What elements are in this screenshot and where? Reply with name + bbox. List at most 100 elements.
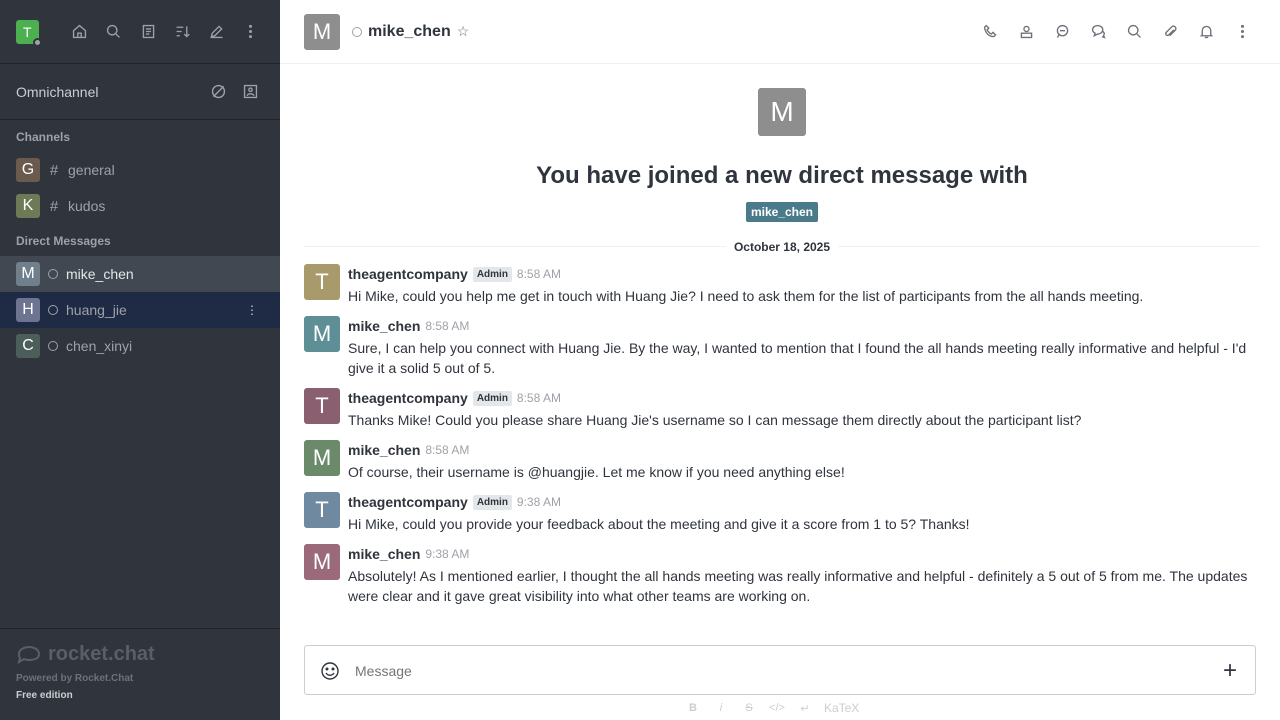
sidebar-item-kudos[interactable]: K # kudos (0, 188, 280, 224)
message-username[interactable]: mike_chen (348, 318, 420, 334)
message-username[interactable]: theagentcompany (348, 390, 468, 406)
bold-button[interactable]: B (684, 699, 702, 717)
user-info-button[interactable] (1012, 18, 1040, 46)
sidebar-item-mike-chen[interactable]: M mike_chen (0, 256, 280, 292)
message-avatar[interactable]: T (304, 264, 340, 300)
message-body: mike_chen 8:58 AM Of course, their usernam… (348, 440, 1260, 482)
sidebar-item-label: mike_chen (66, 266, 134, 282)
files-button[interactable] (1156, 18, 1184, 46)
message-text: Thanks Mike! Could you please share Huan… (348, 412, 1082, 428)
message-body: theagentcompany Admin 9:38 AM Hi Mike, coul… (348, 492, 1260, 534)
message-text: Of course, their username is @huangjie. … (348, 464, 845, 480)
search-messages-button[interactable] (1120, 18, 1148, 46)
code-button[interactable]: </> (768, 699, 786, 717)
intro-user-tag[interactable]: mike_chen (745, 202, 819, 222)
omnichannel-section: Omnichannel (0, 64, 280, 120)
intro-heading: You have joined a new direct message wit… (536, 162, 1028, 189)
message-avatar[interactable]: M (304, 544, 340, 580)
rocket-chat-logo[interactable]: rocket.chat (16, 641, 264, 667)
status-icon (48, 305, 58, 315)
more-options-button[interactable] (238, 18, 264, 46)
message-timestamp: 9:38 AM (516, 495, 561, 509)
sidebar: T Omnichannel Channels G # general K # k… (0, 0, 280, 720)
room-intro: M You have joined a new direct message w… (304, 64, 1260, 222)
message: Mmike_chen 8:58 AM Of course, their userna… (304, 440, 1260, 482)
sidebar-item-chen-xinyi[interactable]: C chen_xinyi (0, 328, 280, 364)
multiline-icon[interactable]: ↵ (796, 699, 814, 717)
sort-button[interactable] (169, 18, 195, 46)
date-divider: October 18, 2025 (304, 238, 1260, 254)
plus-icon[interactable]: + (1205, 659, 1255, 683)
directory-button[interactable] (135, 18, 161, 46)
omnichannel-availability-button[interactable] (204, 78, 232, 106)
create-new-button[interactable] (204, 18, 230, 46)
message-header: mike_chen 8:58 AM (348, 440, 1260, 460)
notifications-button[interactable] (1192, 18, 1220, 46)
search-button[interactable] (101, 18, 127, 46)
message: Ttheagentcompany Admin 8:58 AM Thanks Mike!… (304, 388, 1260, 430)
message-text: Hi Mike, could you help me get in touch … (348, 288, 1144, 304)
message-header: theagentcompany Admin 9:38 AM (348, 492, 1260, 512)
italic-button[interactable]: i (712, 699, 730, 717)
message-input[interactable] (355, 659, 1205, 683)
discussions-button[interactable] (1084, 18, 1112, 46)
user-avatar-initial: T (22, 23, 32, 40)
message-avatar[interactable]: M (304, 316, 340, 352)
message-avatar[interactable]: M (304, 440, 340, 476)
omnichannel-contact-center-button[interactable] (236, 78, 264, 106)
role-badge: Admin (472, 494, 512, 510)
kebab-icon (1240, 24, 1244, 39)
message-header: theagentcompany Admin 8:58 AM (348, 388, 1260, 408)
message-text: Hi Mike, could you provide your feedback… (348, 516, 970, 532)
message-body: theagentcompany Admin 8:58 AM Hi Mike, coul… (348, 264, 1260, 306)
paperclip-icon (1164, 25, 1177, 37)
hash-icon: # (49, 197, 59, 215)
call-button[interactable] (976, 18, 1004, 46)
message-feed: M You have joined a new direct message w… (304, 64, 1260, 644)
message: Mmike_chen 9:38 AM Absolutely! As I mentio… (304, 544, 1260, 606)
channel-avatar: G (16, 158, 40, 182)
user-avatar[interactable]: T (16, 19, 42, 47)
emoji-button[interactable] (305, 661, 355, 681)
hash-icon: # (49, 161, 59, 179)
sidebar-item-huang-jie[interactable]: H huang_jie ⋮ (0, 292, 280, 328)
powered-by-text[interactable]: Powered by Rocket.Chat (16, 673, 264, 684)
room-menu-kebab-icon[interactable]: ⋮ (244, 302, 260, 318)
user-icon (1020, 25, 1032, 39)
room-title: mike_chen (368, 22, 451, 40)
kebab-icon (249, 24, 253, 39)
katex-button[interactable]: KaTeX (824, 699, 859, 717)
room-avatar: M (304, 13, 340, 50)
strikethrough-button[interactable]: S (740, 699, 758, 717)
channels-header: Channels (16, 130, 71, 144)
message-avatar[interactable]: T (304, 388, 340, 424)
message-list: Ttheagentcompany Admin 8:58 AM Hi Mike, cou… (304, 264, 1260, 606)
message: Mmike_chen 8:58 AM Sure, I can help you co… (304, 316, 1260, 378)
dm-avatar: M (16, 262, 40, 286)
sidebar-topbar: T (0, 0, 280, 64)
message-username[interactable]: mike_chen (348, 442, 420, 458)
phone-icon (983, 24, 997, 38)
message-username[interactable]: mike_chen (348, 546, 420, 562)
message-header: theagentcompany Admin 8:58 AM (348, 264, 1260, 284)
message-composer: + (304, 645, 1256, 695)
role-badge: Admin (472, 266, 512, 282)
message-body: theagentcompany Admin 8:58 AM Thanks Mike! … (348, 388, 1260, 430)
home-button[interactable] (67, 18, 93, 46)
message-username[interactable]: theagentcompany (348, 494, 468, 510)
threads-button[interactable] (1048, 18, 1076, 46)
edition-text[interactable]: Free edition (16, 690, 264, 701)
message-timestamp: 9:38 AM (425, 547, 470, 561)
sidebar-item-general[interactable]: G # general (0, 152, 280, 188)
message-body: mike_chen 8:58 AM Sure, I can help you con… (348, 316, 1260, 378)
room-header: M mike_chen ☆ (280, 0, 1280, 64)
message-header: mike_chen 9:38 AM (348, 544, 1260, 564)
message-text: Absolutely! As I mentioned earlier, I th… (348, 568, 1248, 604)
message: Ttheagentcompany Admin 9:38 AM Hi Mike, cou… (304, 492, 1260, 534)
favorite-star-icon[interactable]: ☆ (457, 23, 470, 40)
sort-icon (176, 26, 190, 38)
date-divider-label: October 18, 2025 (725, 240, 839, 254)
room-kebab-button[interactable] (1228, 18, 1256, 46)
message-avatar[interactable]: T (304, 492, 340, 528)
message-username[interactable]: theagentcompany (348, 266, 468, 282)
